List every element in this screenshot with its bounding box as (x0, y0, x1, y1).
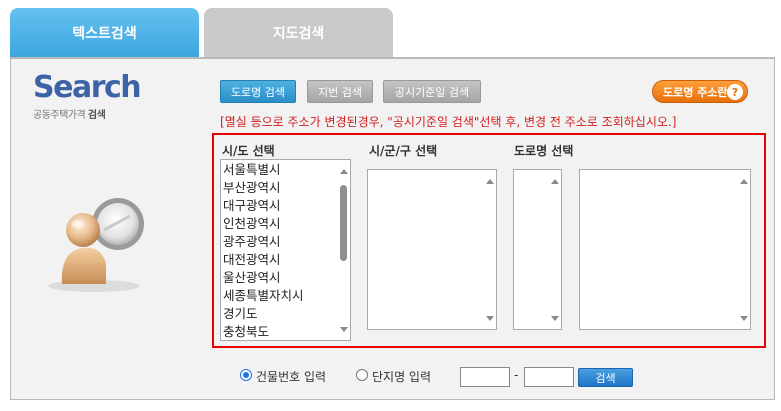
sigungu-select-label: 시/군/구 선택 (369, 144, 438, 158)
search-person-illustration (48, 198, 144, 292)
complex-name-radio[interactable] (356, 369, 368, 381)
sido-list: 서울특별시 부산광역시 대구광역시 인천광역시 광주광역시 대전광역시 울산광역… (223, 161, 304, 340)
search-button[interactable]: 검색 (578, 368, 633, 387)
sido-listbox[interactable]: 서울특별시 부산광역시 대구광역시 인천광역시 광주광역시 대전광역시 울산광역… (220, 159, 351, 341)
sido-select-label: 시/도 선택 (222, 144, 275, 158)
tab-map-search[interactable]: 지도검색 (204, 8, 393, 58)
address-change-notice: [멸실 등으로 주소가 변경된경우, "공시기준일 검색"선택 후, 변경 전 … (220, 115, 677, 129)
road-name-search-button[interactable]: 도로명 검색 (220, 80, 296, 103)
road-select-label: 도로명 선택 (514, 144, 574, 158)
scroll-thumb[interactable] (340, 185, 347, 261)
scroll-down-icon[interactable] (551, 316, 559, 321)
logo-title: Search (33, 70, 142, 105)
building-number-radio-label[interactable]: 건물번호 입력 (256, 368, 326, 385)
scroll-up-icon[interactable] (551, 179, 559, 184)
tab-text-search[interactable]: 텍스트검색 (10, 8, 199, 58)
list-item[interactable]: 대전광역시 (223, 251, 304, 269)
road-initial-listbox[interactable] (513, 169, 562, 330)
scroll-down-icon[interactable] (486, 316, 494, 321)
list-item[interactable]: 광주광역시 (223, 233, 304, 251)
scroll-down-icon[interactable] (740, 316, 748, 321)
list-item[interactable]: 울산광역시 (223, 269, 304, 287)
list-item[interactable]: 서울특별시 (223, 161, 304, 179)
logo-subtitle: 공동주택가격 검색 (33, 106, 106, 121)
road-initial-scrollbar[interactable] (548, 170, 561, 329)
sigungu-scrollbar[interactable] (483, 170, 496, 329)
road-address-guide-button[interactable]: 도로명 주소란 ? (652, 80, 748, 103)
list-item[interactable]: 인천광역시 (223, 215, 304, 233)
sido-scrollbar[interactable] (337, 160, 350, 340)
list-item[interactable]: 충청북도 (223, 323, 304, 340)
complex-name-radio-label[interactable]: 단지명 입력 (372, 368, 431, 385)
building-number-radio[interactable] (240, 369, 252, 381)
scroll-up-icon[interactable] (340, 169, 348, 174)
list-item[interactable]: 세종특별자치시 (223, 287, 304, 305)
reference-date-search-button[interactable]: 공시기준일 검색 (383, 80, 481, 103)
list-item[interactable]: 경기도 (223, 305, 304, 323)
sub-number-input[interactable] (524, 367, 574, 387)
main-number-input[interactable] (460, 367, 510, 387)
list-item[interactable]: 대구광역시 (223, 197, 304, 215)
road-address-guide-label: 도로명 주소란 (663, 85, 728, 99)
help-icon: ? (727, 84, 743, 100)
logo-subtitle-suffix: 검색 (87, 110, 106, 121)
road-name-scrollbar[interactable] (737, 170, 750, 329)
number-separator: - (514, 368, 519, 382)
road-name-listbox[interactable] (579, 169, 751, 330)
sigungu-listbox[interactable] (367, 169, 497, 330)
scroll-up-icon[interactable] (486, 179, 494, 184)
scroll-down-icon[interactable] (340, 327, 348, 332)
list-item[interactable]: 부산광역시 (223, 179, 304, 197)
lot-number-search-button[interactable]: 지번 검색 (307, 80, 373, 103)
logo-subtitle-prefix: 공동주택가격 (33, 110, 86, 121)
scroll-up-icon[interactable] (740, 179, 748, 184)
